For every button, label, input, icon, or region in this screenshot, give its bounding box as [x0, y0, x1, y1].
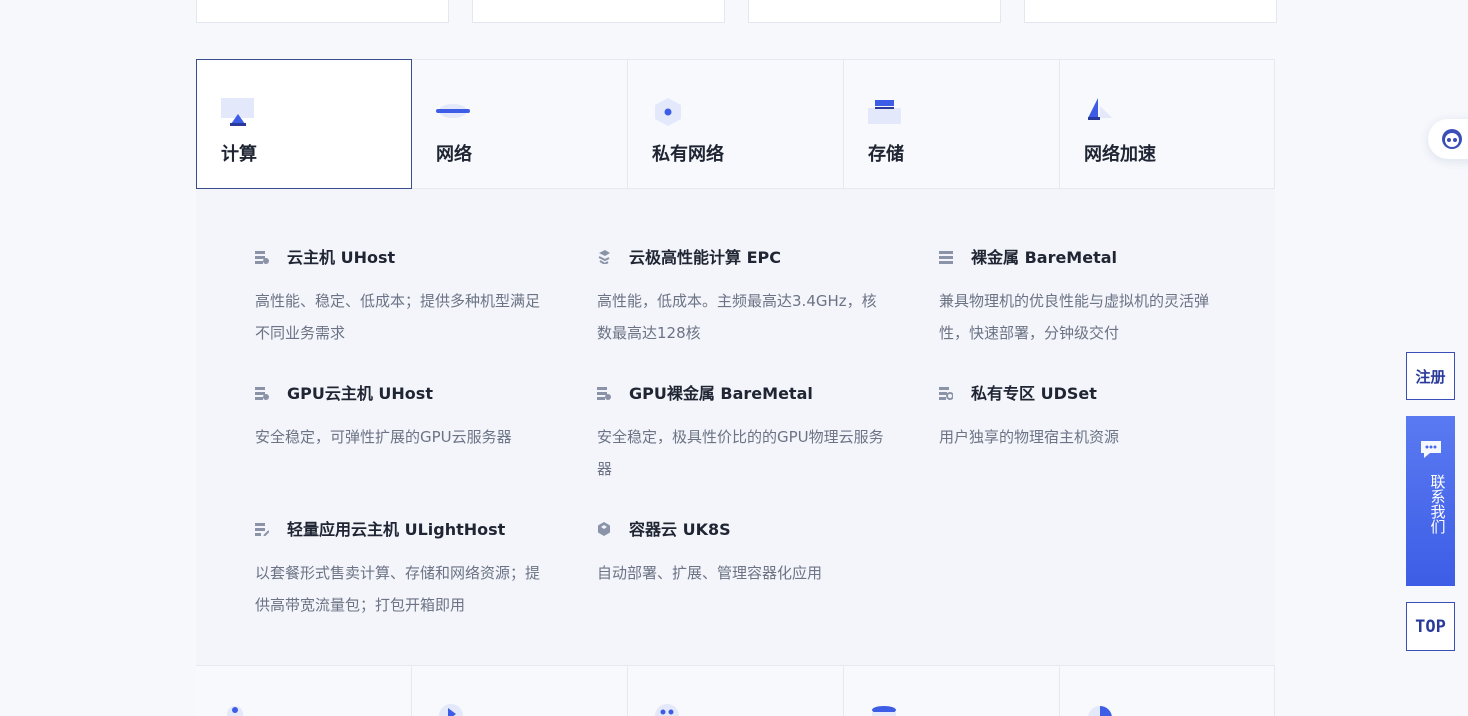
product-item[interactable]: GPU云主机 UHost 安全稳定，可弹性扩展的GPU云服务器	[255, 381, 555, 453]
top-card[interactable]	[472, 0, 725, 23]
tab-label: 网络	[436, 144, 472, 165]
tab-network[interactable]: 网络	[412, 60, 628, 189]
layers-icon	[597, 249, 611, 266]
product-title: 私有专区 UDSet	[971, 384, 1097, 403]
product-desc: 自动部署、扩展、管理容器化应用	[597, 564, 823, 582]
back-to-top-button[interactable]: TOP	[1406, 602, 1455, 651]
tab-secondary[interactable]	[628, 666, 844, 716]
top-card[interactable]	[748, 0, 1001, 23]
top-card[interactable]	[196, 0, 449, 23]
product-item[interactable]: 云主机 UHost 高性能、稳定、低成本；提供多种机型满足不同业务需求	[255, 245, 555, 349]
register-button[interactable]: 注册	[1406, 352, 1455, 400]
server-icon	[597, 385, 611, 400]
contact-us-label: 联系我们	[1428, 474, 1447, 534]
tab-secondary[interactable]	[1060, 666, 1275, 716]
product-desc: 高性能，低成本。主频最高达3.4GHz，核数最高达128核	[597, 292, 877, 342]
top-card[interactable]	[1024, 0, 1277, 23]
category-tabs: 计算 网络 私有网络 存储 网络加速	[196, 59, 1275, 189]
product-title: 云极高性能计算 EPC	[629, 248, 781, 267]
product-title: 裸金属 BareMetal	[971, 248, 1118, 267]
chatbot-button[interactable]	[1428, 119, 1468, 159]
tab-label: 网络加速	[1084, 144, 1156, 165]
tab-private-network[interactable]: 私有网络	[628, 60, 844, 189]
tab-label: 计算	[221, 144, 257, 165]
acceleration-icon	[1084, 98, 1118, 126]
play-icon	[436, 704, 470, 716]
tab-storage[interactable]: 存储	[844, 60, 1060, 189]
product-desc: 高性能、稳定、低成本；提供多种机型满足不同业务需求	[255, 292, 541, 342]
face-icon	[652, 704, 686, 716]
tab-label: 私有网络	[652, 144, 724, 165]
product-item[interactable]: 私有专区 UDSet 用户独享的物理宿主机资源	[939, 381, 1239, 453]
server-icon	[255, 249, 269, 264]
tab-secondary[interactable]	[412, 666, 628, 716]
product-item[interactable]: 轻量应用云主机 ULightHost 以套餐形式售卖计算、存储和网络资源；提供高…	[255, 517, 555, 621]
monitor-icon	[221, 98, 255, 126]
product-panel: 云主机 UHost 高性能、稳定、低成本；提供多种机型满足不同业务需求 云极高性…	[196, 189, 1275, 666]
network-icon	[436, 98, 470, 126]
contact-us-button[interactable]: 联系我们	[1406, 416, 1455, 586]
database-icon	[868, 704, 902, 716]
server-icon	[255, 385, 269, 400]
pie-icon	[1084, 704, 1118, 716]
product-desc: 安全稳定，极具性价比的的GPU物理云服务器	[597, 428, 884, 478]
tab-secondary[interactable]	[844, 666, 1060, 716]
product-item[interactable]: 云极高性能计算 EPC 高性能，低成本。主频最高达3.4GHz，核数最高达128…	[597, 245, 897, 349]
product-desc: 兼具物理机的优良性能与虚拟机的灵活弹性，快速部署，分钟级交付	[939, 292, 1210, 342]
hexagon-icon	[652, 98, 686, 126]
product-item[interactable]: 容器云 UK8S 自动部署、扩展、管理容器化应用	[597, 517, 897, 589]
product-title: GPU裸金属 BareMetal	[629, 384, 813, 403]
private-zone-icon	[939, 385, 954, 400]
product-item[interactable]: 裸金属 BareMetal 兼具物理机的优良性能与虚拟机的灵活弹性，快速部署，分…	[939, 245, 1239, 349]
storage-icon	[868, 98, 902, 126]
category-tabs-secondary	[196, 665, 1275, 716]
product-desc: 以套餐形式售卖计算、存储和网络资源；提供高带宽流量包；打包开箱即用	[255, 564, 541, 614]
light-server-icon	[255, 521, 270, 537]
list-icon	[939, 249, 953, 264]
top-card-row	[196, 0, 1277, 24]
product-title: GPU云主机 UHost	[287, 384, 433, 403]
product-title: 轻量应用云主机 ULightHost	[287, 520, 506, 539]
tab-secondary[interactable]	[196, 666, 412, 716]
robot-icon	[1440, 128, 1464, 154]
product-title: 云主机 UHost	[287, 248, 396, 267]
tab-acceleration[interactable]: 网络加速	[1060, 60, 1275, 189]
tab-label: 存储	[868, 144, 904, 165]
robot-icon	[220, 704, 254, 716]
product-title: 容器云 UK8S	[629, 520, 731, 539]
container-icon	[597, 521, 611, 536]
product-desc: 用户独享的物理宿主机资源	[939, 428, 1120, 446]
product-item[interactable]: GPU裸金属 BareMetal 安全稳定，极具性价比的的GPU物理云服务器	[597, 381, 897, 485]
tab-compute[interactable]: 计算	[196, 59, 412, 189]
chat-bubble-icon	[1418, 438, 1444, 464]
product-desc: 安全稳定，可弹性扩展的GPU云服务器	[255, 428, 512, 446]
